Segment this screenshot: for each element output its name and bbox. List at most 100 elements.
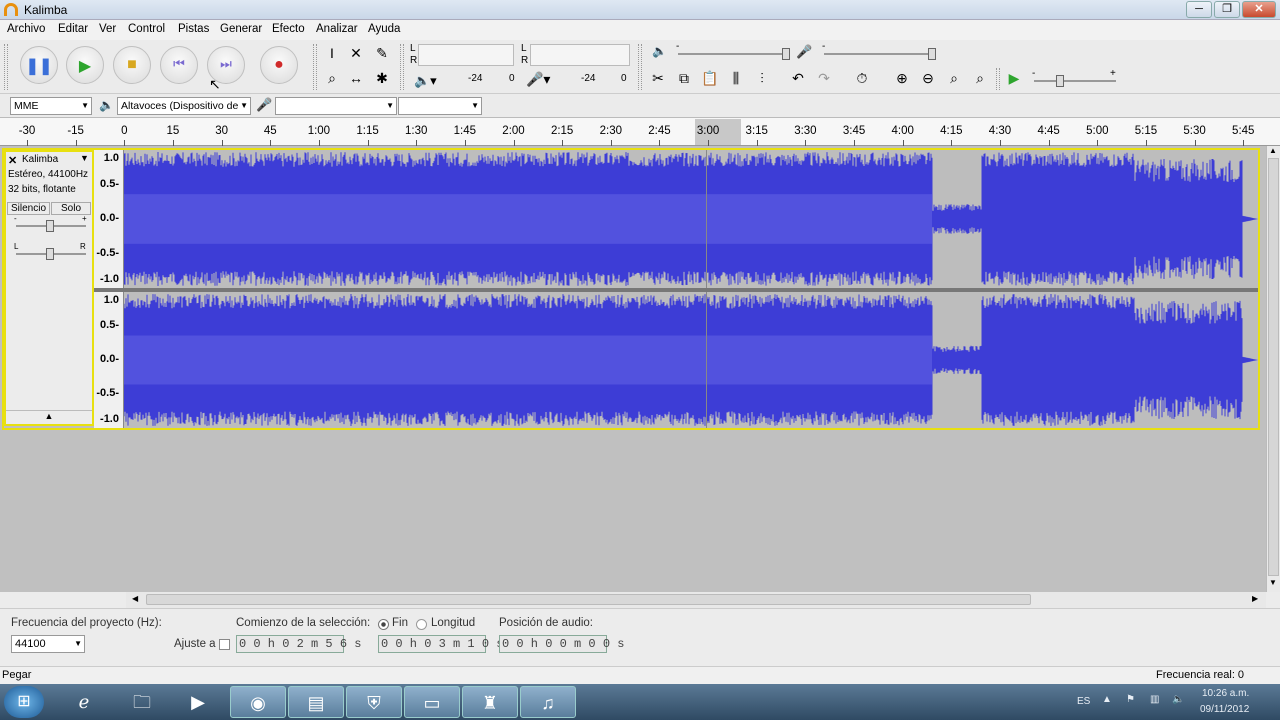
selection-end-time[interactable]: 0 0 h 0 3 m 1 0 s [378,635,503,653]
taskbar-firefox-icon[interactable]: ◉ [230,686,286,718]
recording-meter[interactable] [530,44,630,66]
trim-icon[interactable]: ⫼ [726,68,746,88]
collapse-button[interactable]: ▲ [6,410,92,424]
pan-thumb[interactable] [46,248,54,260]
menu-efecto[interactable]: Efecto [272,23,305,35]
close-button[interactable]: ✕ [1242,1,1276,18]
output-device-select[interactable]: Altavoces (Dispositivo de ▼ [117,97,251,115]
output-volume-thumb[interactable] [782,48,790,60]
timeline-ruler[interactable]: -30 -15 0 15 30 45 1:00 1:15 1:30 1:45 2:00 2:15 2:3… [0,118,1280,146]
minimize-button[interactable]: ─ [1186,1,1212,18]
track-name[interactable]: Kalimba [22,154,58,165]
play-at-speed-icon[interactable]: ▶ [1004,68,1024,88]
playback-meter[interactable] [418,44,514,66]
audio-host-select[interactable]: MME ▼ [10,97,92,115]
play-button[interactable]: ▶ [66,46,104,84]
undo-icon[interactable]: ↶ [788,68,808,88]
menu-analizar[interactable]: Analizar [316,23,358,35]
vertical-scrollbar[interactable]: ▲ ▼ [1266,146,1280,592]
input-device-select[interactable]: ▼ [275,97,397,115]
tray-flag-icon[interactable]: ⚑ [1126,694,1135,705]
zoom-in-icon[interactable]: ⊕ [892,68,912,88]
time-shift-tool-icon[interactable]: ↔ [346,68,366,88]
taskbar-media-player-icon[interactable]: ▶ [170,686,226,718]
microphone-icon[interactable]: 🎤▾ [526,71,550,88]
taskbar-window-icon[interactable]: ▭ [404,686,460,718]
input-volume-slider[interactable] [824,48,936,60]
scroll-down-icon[interactable]: ▼ [1269,578,1277,587]
clock-date[interactable]: 09/11/2012 [1200,704,1249,715]
channel1-amplitude-ruler: 1.0 0.5- 0.0- -0.5- -1.0 [94,150,124,288]
menu-control[interactable]: Control [128,23,165,35]
end-radio[interactable] [378,619,389,630]
zoom-out-icon[interactable]: ⊖ [918,68,938,88]
pan-slider[interactable] [16,248,86,260]
selection-start-time[interactable]: 0 0 h 0 2 m 5 6 s [236,635,361,653]
zoom-tool-icon[interactable]: ⌕ [322,68,342,88]
track-close-icon[interactable]: ✕ [8,154,17,167]
pause-icon: ❚❚ [25,58,53,75]
cut-icon[interactable]: ✂ [648,68,668,88]
horizontal-scroll-thumb[interactable] [146,594,1031,605]
tray-expand-icon[interactable]: ▲ [1102,694,1112,705]
track-menu-chevron-icon[interactable]: ▼ [80,153,89,163]
input-volume-thumb[interactable] [928,48,936,60]
menu-archivo[interactable]: Archivo [7,23,45,35]
menu-ver[interactable]: Ver [99,23,116,35]
scroll-left-icon[interactable]: ◀ [132,594,138,603]
menu-ayuda[interactable]: Ayuda [368,23,400,35]
output-volume-slider[interactable] [678,48,790,60]
left-channel-waveform-graphic[interactable] [124,150,1258,288]
scroll-up-icon[interactable]: ▲ [1269,146,1277,155]
project-rate-select[interactable]: 44100 ▼ [11,635,85,653]
playback-db-label: -24 [468,73,483,84]
speaker-icon[interactable]: 🔈▾ [414,73,437,89]
envelope-tool-icon[interactable]: ✕ [346,43,366,63]
fit-selection-icon[interactable]: ⌕ [944,68,964,88]
length-radio[interactable] [416,619,427,630]
taskbar-audacity-headphones-icon[interactable]: ♫ [520,686,576,718]
tray-volume-icon[interactable]: 🔈 [1172,694,1184,705]
copy-icon[interactable]: ⧉ [674,68,694,88]
tray-network-icon[interactable]: ▥ [1150,694,1159,705]
taskbar-internet-explorer-icon[interactable]: ℯ [56,686,112,718]
speed-slider-plus: + [1110,68,1116,79]
vertical-scroll-thumb[interactable] [1268,158,1279,576]
gain-slider[interactable] [16,220,86,232]
pause-button[interactable]: ❚❚ [20,46,58,84]
right-channel-waveform[interactable] [124,292,1258,428]
taskbar-app-icon[interactable]: ♜ [462,686,518,718]
record-button[interactable]: ● [260,46,298,84]
input-channels-select[interactable]: ▼ [398,97,482,115]
audio-position-time[interactable]: 0 0 h 0 0 m 0 0 s [499,635,624,653]
tracks-area[interactable]: ✕ Kalimba ▼ Estéreo, 44100Hz 32 bits, fl… [0,146,1266,592]
horizontal-scrollbar[interactable]: ◀ ▶ [126,592,1266,608]
scroll-right-icon[interactable]: ▶ [1252,594,1258,603]
language-indicator[interactable]: ES [1077,696,1090,707]
skip-to-start-button[interactable]: ⏮ [160,46,198,84]
multi-tool-icon[interactable]: ✱ [372,68,392,88]
taskbar-notes-icon[interactable]: ▤ [288,686,344,718]
selection-tool-icon[interactable]: I [322,43,342,63]
menu-generar[interactable]: Generar [220,23,262,35]
play-speed-slider[interactable] [1034,75,1116,87]
play-speed-thumb[interactable] [1056,75,1064,87]
menu-editar[interactable]: Editar [58,23,88,35]
maximize-button[interactable]: ❐ [1214,1,1240,18]
menu-pistas[interactable]: Pistas [178,23,209,35]
gain-thumb[interactable] [46,220,54,232]
silence-icon[interactable]: ⫶ [752,68,772,88]
snap-to-checkbox[interactable] [219,639,230,650]
left-channel-waveform[interactable] [124,150,1258,288]
clock-time[interactable]: 10:26 a.m. [1202,688,1249,699]
taskbar-security-shield-icon[interactable]: ⛨ [346,686,402,718]
start-button[interactable]: ⊞ [4,686,44,718]
fit-project-icon[interactable]: ⌕ [970,68,990,88]
taskbar-explorer-folder-icon[interactable]: 🗀 [114,686,170,718]
sync-lock-icon[interactable]: ⏱ [852,68,872,88]
redo-icon[interactable]: ↷ [814,68,834,88]
right-channel-waveform-graphic[interactable] [124,292,1258,428]
stop-button[interactable]: ■ [113,46,151,84]
draw-tool-icon[interactable]: ✎ [372,43,392,63]
paste-icon[interactable]: 📋 [700,68,720,88]
